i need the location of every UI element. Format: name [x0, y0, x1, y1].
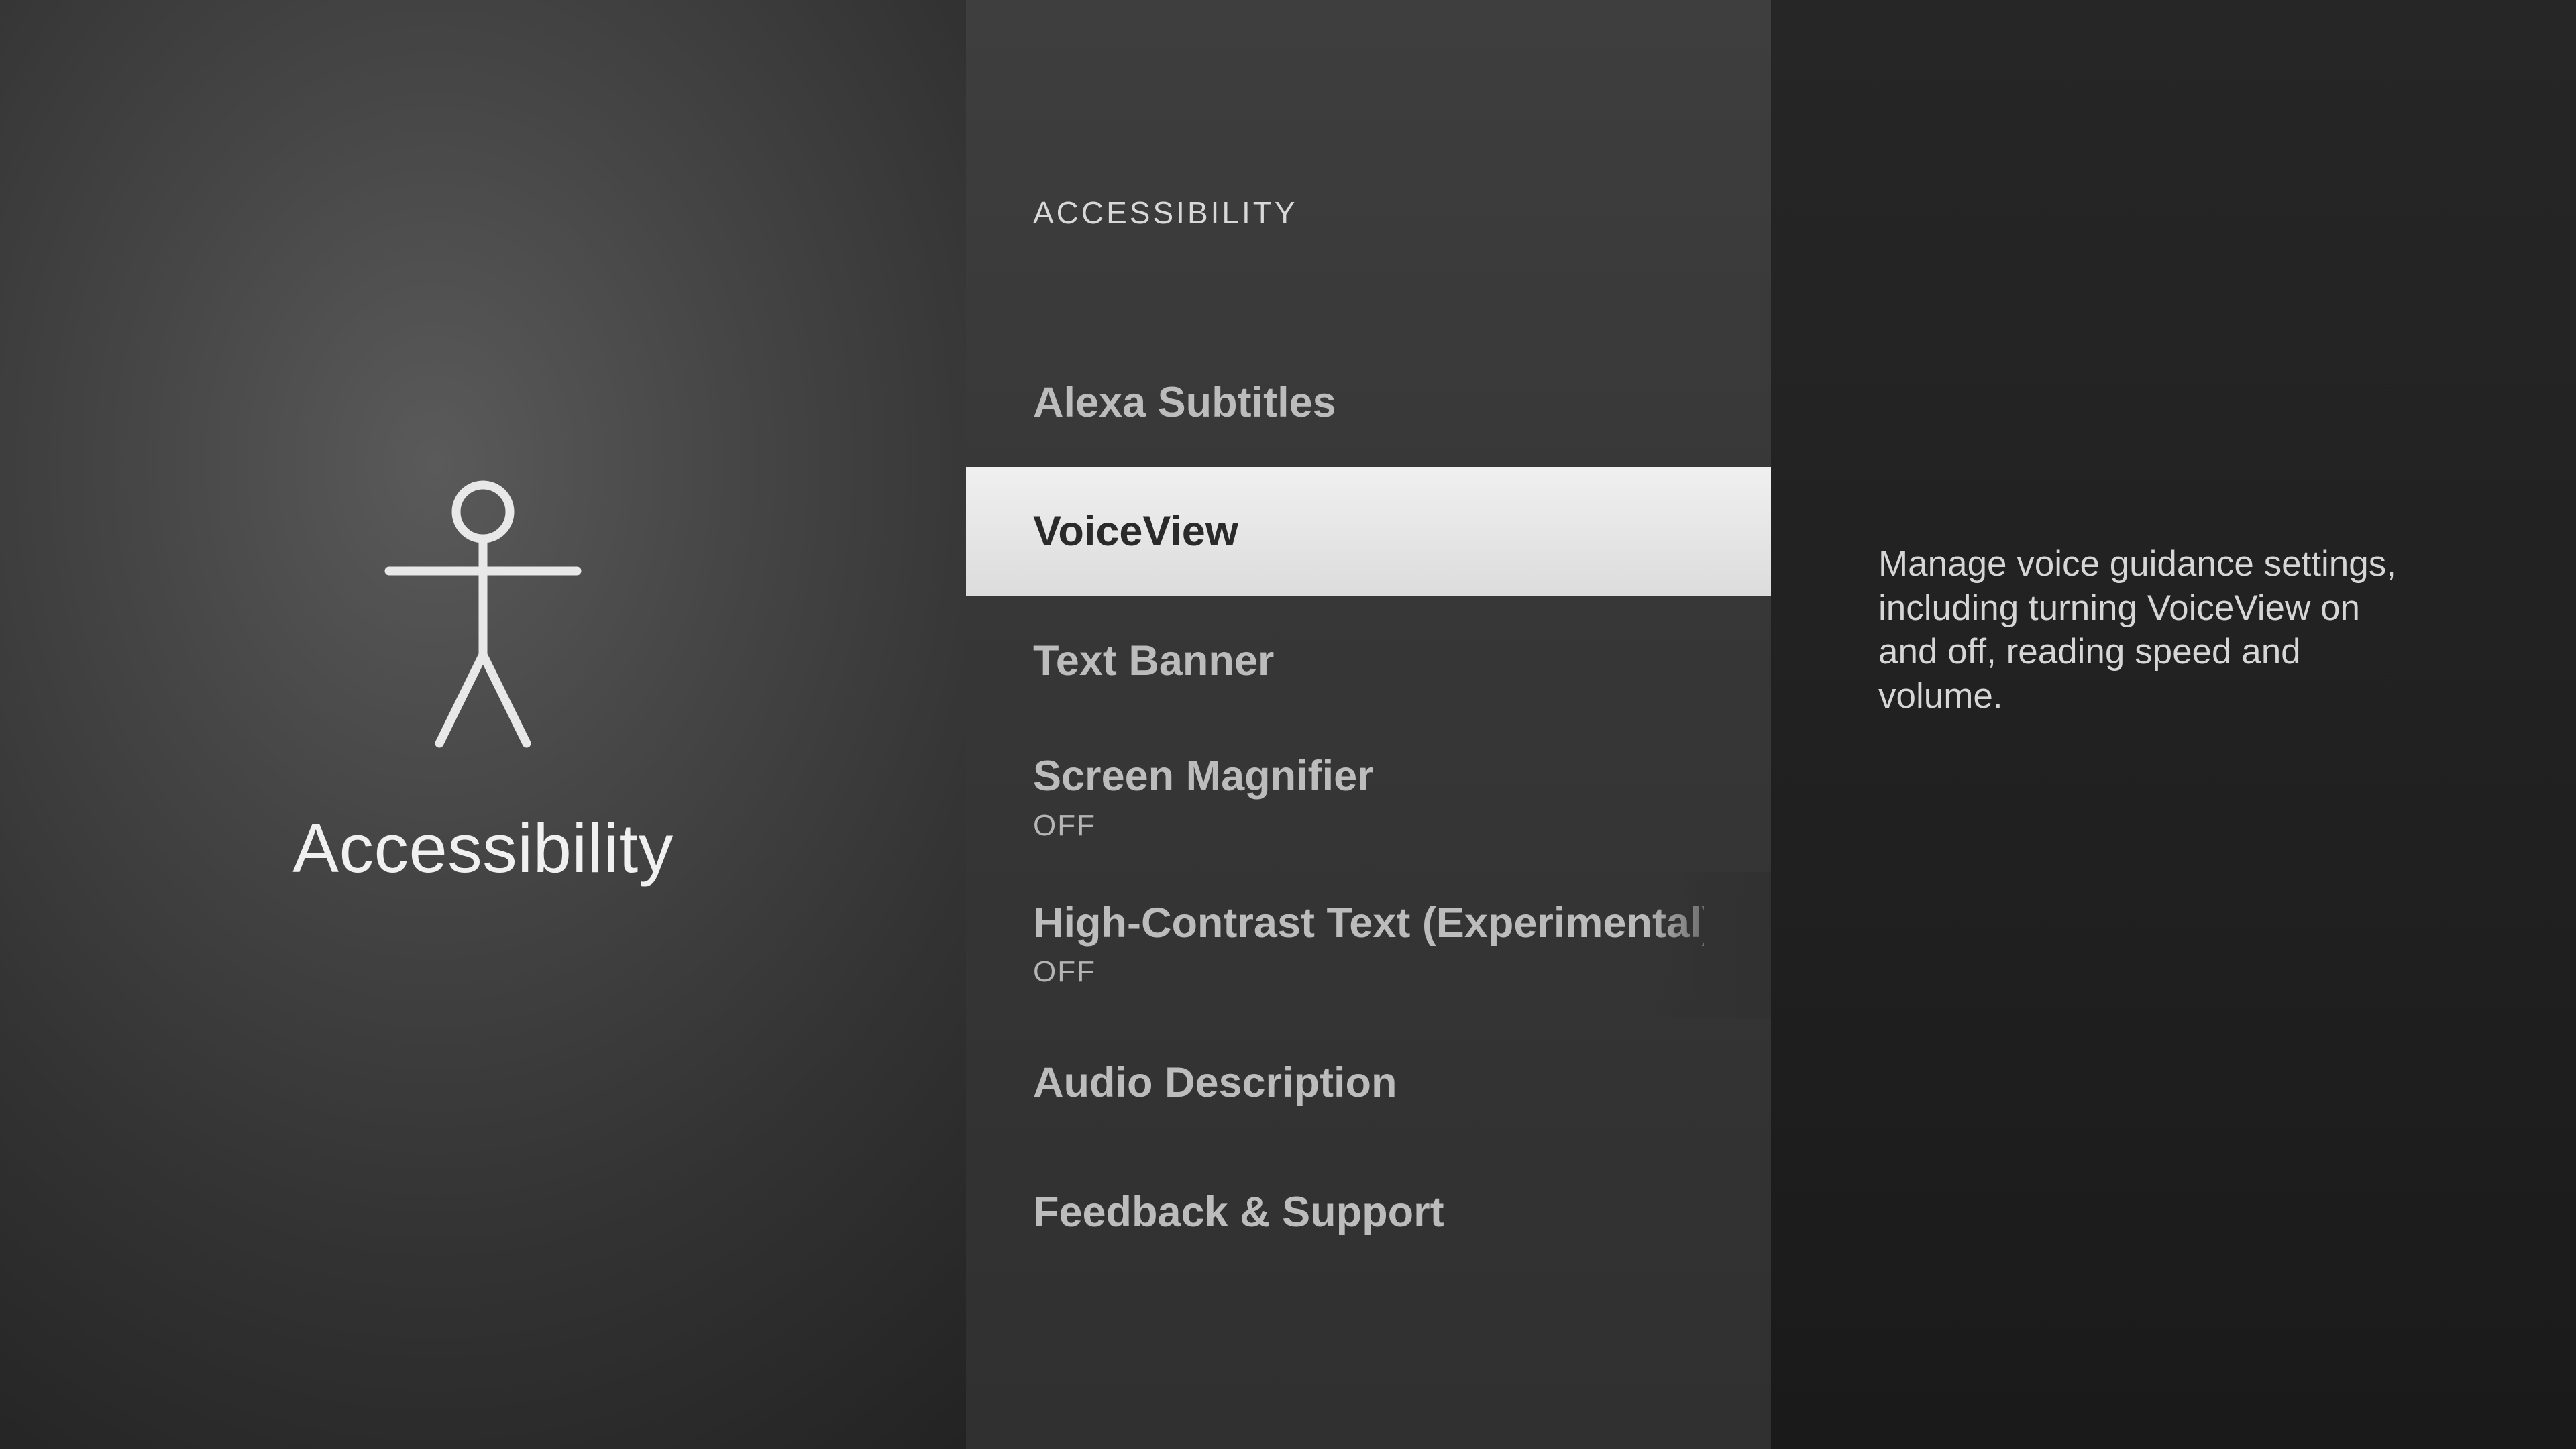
menu-item-label: High-Contrast Text (Experimental) — [1033, 899, 1704, 947]
accessibility-icon — [376, 480, 590, 749]
item-description: Manage voice guidance settings, includin… — [1878, 542, 2415, 718]
menu-item-label: Feedback & Support — [1033, 1188, 1704, 1236]
category-panel: Accessibility — [0, 0, 966, 1449]
menu-item-alexa-subtitles[interactable]: Alexa Subtitles — [966, 338, 1771, 467]
menu-item-label: Screen Magnifier — [1033, 752, 1704, 800]
settings-list-panel: ACCESSIBILITY Alexa Subtitles VoiceView … — [966, 0, 1771, 1449]
menu-item-feedback-support[interactable]: Feedback & Support — [966, 1148, 1771, 1277]
menu-item-label: Alexa Subtitles — [1033, 378, 1704, 427]
menu-item-voiceview[interactable]: VoiceView — [966, 467, 1771, 596]
menu-item-label: Audio Description — [1033, 1059, 1704, 1107]
menu-item-audio-description[interactable]: Audio Description — [966, 1018, 1771, 1147]
menu-item-screen-magnifier[interactable]: Screen Magnifier OFF — [966, 725, 1771, 871]
menu-item-high-contrast-text[interactable]: High-Contrast Text (Experimental) OFF — [966, 872, 1771, 1018]
menu-item-text-banner[interactable]: Text Banner — [966, 596, 1771, 725]
menu-item-label: Text Banner — [1033, 637, 1704, 685]
menu-item-label: VoiceView — [1033, 507, 1704, 555]
accessibility-settings-screen: Accessibility ACCESSIBILITY Alexa Subtit… — [0, 0, 2576, 1449]
category-title: Accessibility — [292, 809, 673, 888]
settings-header: ACCESSIBILITY — [966, 195, 1771, 231]
settings-menu: Alexa Subtitles VoiceView Text Banner Sc… — [966, 338, 1771, 1277]
menu-item-status: OFF — [1033, 955, 1704, 989]
description-panel: Manage voice guidance settings, includin… — [1771, 0, 2576, 1449]
menu-item-status: OFF — [1033, 809, 1704, 843]
